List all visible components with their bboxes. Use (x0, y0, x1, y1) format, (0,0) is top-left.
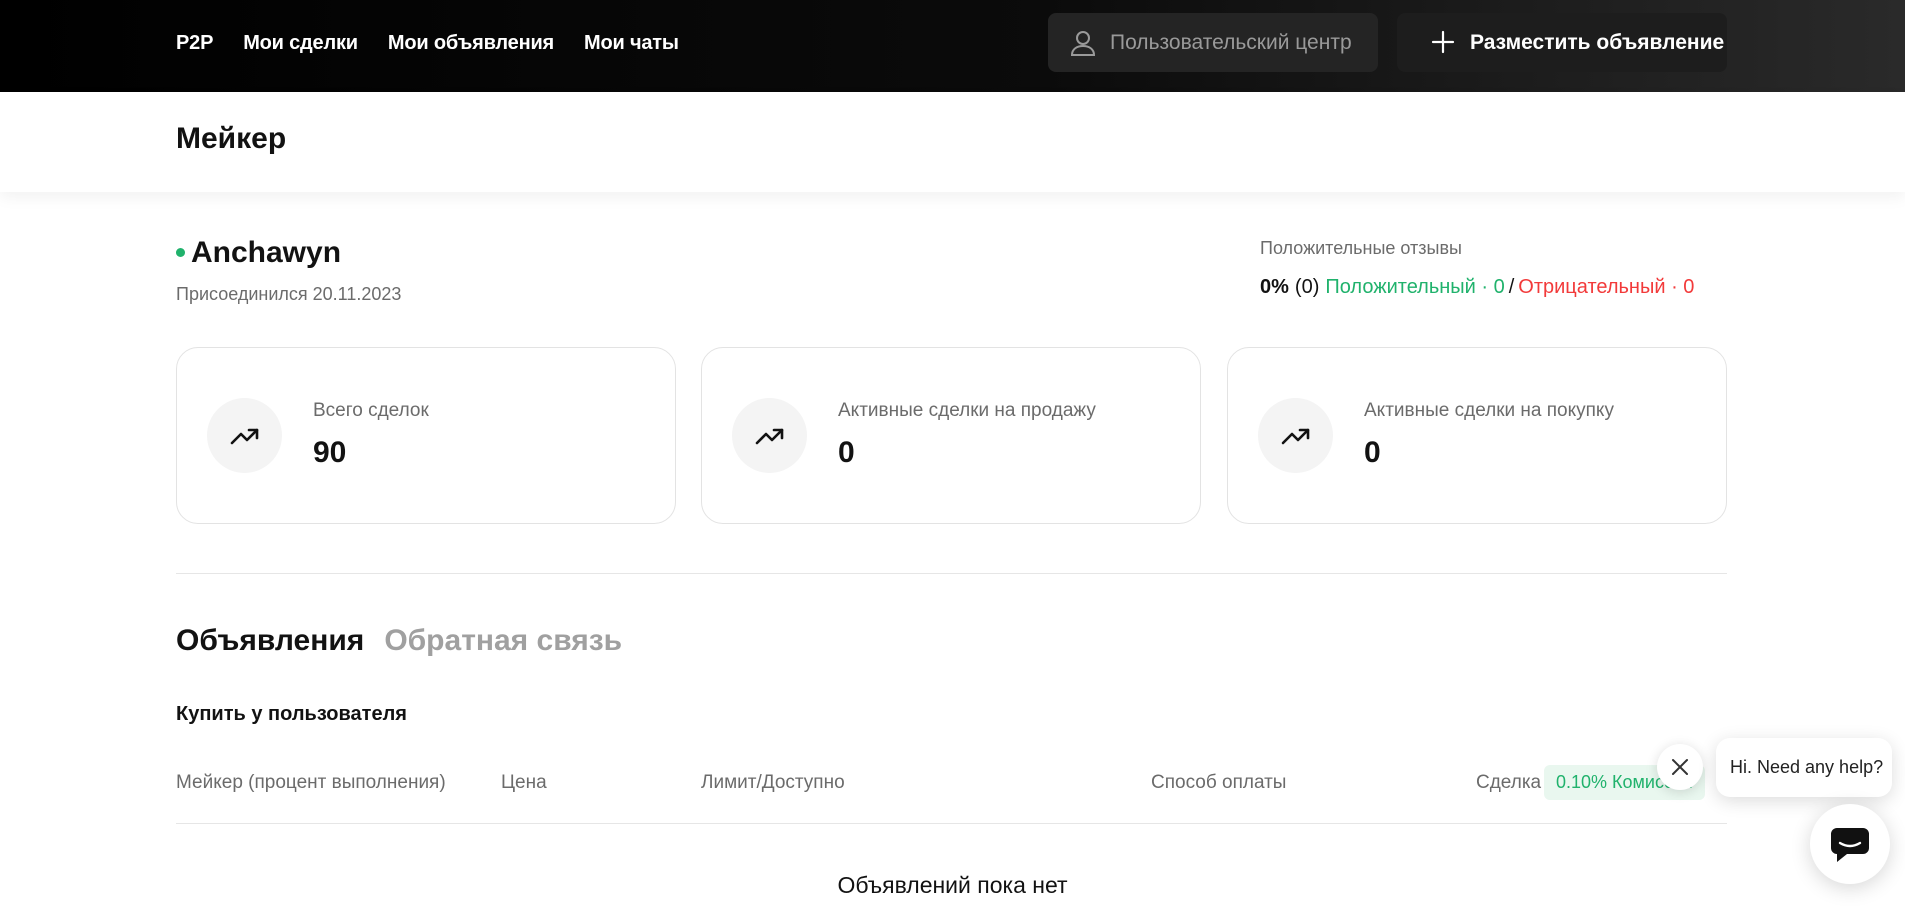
post-ad-label: Разместить объявление (1470, 31, 1725, 54)
trending-up-icon (230, 428, 259, 445)
ads-table-header: Мейкер (процент выполнения) Цена Лимит/Д… (176, 760, 1727, 824)
chat-close-button[interactable] (1657, 744, 1703, 790)
stat-card-active-sell: Активные сделки на продажу 0 (701, 347, 1201, 524)
stat-label: Активные сделки на покупку (1364, 400, 1614, 421)
stat-value: 0 (1364, 436, 1381, 469)
tab-feedback[interactable]: Обратная связь (384, 624, 622, 658)
column-deal: Сделка (1476, 772, 1542, 793)
page-header: Мейкер (0, 92, 1905, 192)
user-icon (1068, 28, 1098, 58)
tab-ads[interactable]: Объявления (176, 624, 364, 658)
chat-icon (1831, 828, 1869, 862)
plus-icon (1431, 30, 1455, 54)
feedback-summary: Положительные отзывы 0% (0) Положительный … (1260, 238, 1694, 298)
joined-date: Присоединился 20.11.2023 (176, 284, 402, 304)
top-navigation-bar: P2P Мои сделки Мои объявления Мои чаты П… (0, 0, 1905, 92)
chat-greeting-bubble[interactable]: Hi. Need any help? (1716, 738, 1892, 797)
chat-greeting-text: Hi. Need any help? (1730, 757, 1884, 777)
page-title: Мейкер (176, 122, 287, 155)
stat-label: Активные сделки на продажу (838, 400, 1096, 421)
stat-icon-circle (207, 398, 282, 473)
feedback-percent: 0% (1260, 276, 1289, 298)
stat-value: 90 (313, 436, 347, 469)
user-center-button[interactable]: Пользовательский центр (1048, 13, 1378, 72)
profile-tabs: Объявления Обратная связь (176, 624, 622, 658)
section-divider (176, 573, 1727, 574)
nav-item-p2p[interactable]: P2P (176, 32, 213, 55)
empty-state-text: Объявлений пока нет (837, 872, 1068, 898)
feedback-label: Положительные отзывы (1260, 238, 1462, 258)
feedback-separator: / (1508, 276, 1515, 298)
trending-up-icon (1281, 428, 1310, 445)
feedback-count: (0) (1294, 276, 1320, 298)
close-icon (1672, 759, 1688, 775)
maker-name: Anchawyn (191, 236, 342, 269)
stat-value: 0 (838, 436, 855, 469)
column-maker: Мейкер (процент выполнения) (176, 772, 446, 793)
chat-launcher-button[interactable] (1810, 804, 1890, 884)
stat-card-total-deals: Всего сделок 90 (176, 347, 676, 524)
nav-item-my-ads[interactable]: Мои объявления (388, 32, 554, 55)
column-payment-method: Способ оплаты (1151, 772, 1287, 793)
main-nav: P2P Мои сделки Мои объявления Мои чаты (176, 0, 679, 86)
trending-up-icon (755, 428, 784, 445)
user-center-label: Пользовательский центр (1110, 31, 1352, 54)
nav-item-my-chats[interactable]: Мои чаты (584, 32, 679, 55)
column-limit: Лимит/Доступно (701, 772, 845, 793)
online-status-dot (176, 248, 185, 257)
stat-icon-circle (732, 398, 807, 473)
feedback-stats: 0% (0) Положительный · 0/Отрицательный · 0 (1260, 276, 1694, 299)
section-title: Купить у пользователя (176, 703, 407, 725)
column-price: Цена (501, 772, 547, 793)
stat-card-active-buy: Активные сделки на покупку 0 (1227, 347, 1727, 524)
nav-item-my-deals[interactable]: Мои сделки (243, 32, 358, 55)
stat-icon-circle (1258, 398, 1333, 473)
feedback-positive: Положительный · 0 (1325, 276, 1505, 298)
feedback-negative: Отрицательный · 0 (1518, 276, 1695, 298)
stat-label: Всего сделок (313, 400, 429, 421)
post-ad-button[interactable]: Разместить объявление (1397, 13, 1727, 72)
